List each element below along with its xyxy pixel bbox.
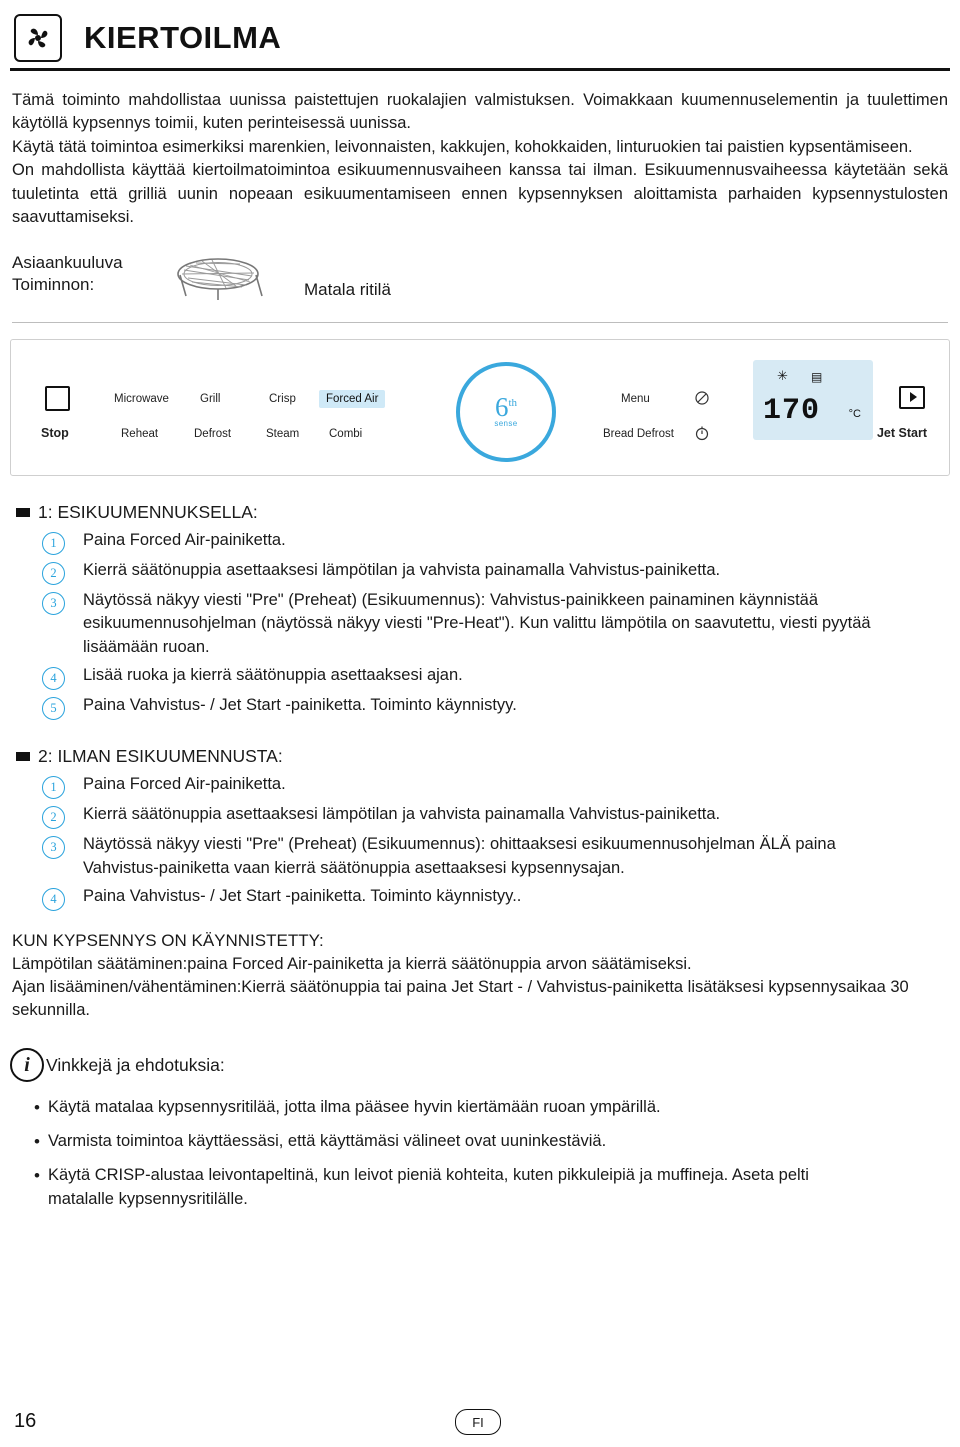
section2-title: 2: ILMAN ESIKUUMENNUSTA: — [38, 746, 283, 767]
jet-start-icon[interactable] — [899, 385, 925, 409]
after-start-line-1: Lämpötilan säätäminen:paina Forced Air-p… — [12, 954, 692, 973]
step-text: Kierrä säätönuppia asettaaksesi lämpötil… — [83, 560, 721, 579]
header-divider — [10, 68, 950, 71]
step-number: 3 — [42, 591, 65, 615]
list-item: 2 Kierrä säätönuppia asettaaksesi lämpöt… — [42, 803, 960, 830]
tips-title: Vinkkejä ja ehdotuksia: — [46, 1054, 225, 1075]
button-bread-defrost[interactable]: Bread Defrost — [603, 428, 674, 440]
step-text: Paina Vahvistus- / Jet Start -painiketta… — [83, 696, 517, 715]
button-combi[interactable]: Combi — [329, 428, 362, 440]
bullet-icon: • — [34, 1166, 40, 1186]
list-item: 3 Näytössä näkyy viesti "Pre" (Preheat) … — [42, 589, 960, 661]
manual-page: KIERTOILMA Tämä toiminto mahdollistaa uu… — [0, 0, 960, 1447]
list-item: 1 Paina Forced Air-painiketta. — [42, 529, 960, 555]
step-number: 1 — [42, 776, 65, 800]
display-screen: ✳ ▤ 170 °C — [753, 359, 873, 440]
list-item: 2 Kierrä säätönuppia asettaaksesi lämpöt… — [42, 559, 960, 585]
display-temperature: 170 — [763, 393, 821, 428]
section1-heading: 1: ESIKUUMENNUKSELLA: — [16, 502, 960, 523]
step-number: 5 — [42, 697, 65, 721]
button-grill[interactable]: Grill — [200, 393, 220, 405]
timer-icon[interactable] — [694, 425, 710, 446]
intro-paragraph-1: Tämä toiminto mahdollistaa uunissa paist… — [12, 91, 948, 133]
accessory-row: Asiaankuuluva Toiminnon: Matala ritilä — [12, 252, 948, 308]
dial-sense-label: sense — [494, 418, 518, 428]
square-bullet-icon — [16, 752, 30, 762]
step-number: 2 — [42, 806, 65, 830]
accessory-caption: Matala ritilä — [304, 279, 391, 299]
control-dial[interactable]: 6th sense — [456, 361, 556, 462]
button-steam[interactable]: Steam — [266, 428, 299, 440]
control-panel: Stop Microwave Grill Crisp Forced Air Re… — [10, 338, 950, 476]
button-menu[interactable]: Menu — [621, 393, 650, 405]
dial-number: 6th — [494, 392, 518, 423]
page-title: KIERTOILMA — [84, 20, 282, 55]
fan-icon — [14, 14, 62, 62]
oven-icon: ▤ — [811, 369, 823, 384]
step-number: 4 — [42, 667, 65, 691]
stop-label[interactable]: Stop — [41, 426, 69, 440]
button-defrost[interactable]: Defrost — [194, 428, 231, 440]
page-header: KIERTOILMA — [0, 0, 960, 62]
after-start-block: KUN KYPSENNYS ON KÄYNNISTETTY: Lämpötila… — [12, 929, 948, 1022]
section1-title: 1: ESIKUUMENNUKSELLA: — [38, 501, 258, 522]
tips-list: • Käytä matalaa kypsennysritilää, jotta … — [34, 1096, 960, 1212]
low-wire-rack-icon — [166, 252, 286, 308]
list-item: • Käytä matalaa kypsennysritilää, jotta … — [34, 1096, 960, 1120]
tips-heading: i Vinkkejä ja ehdotuksia: — [10, 1048, 960, 1083]
button-reheat[interactable]: Reheat — [121, 428, 158, 440]
section1-steps: 1 Paina Forced Air-painiketta. 2 Kierrä … — [42, 529, 960, 721]
list-item: 1 Paina Forced Air-painiketta. — [42, 773, 960, 800]
step-number: 3 — [42, 836, 65, 860]
button-crisp[interactable]: Crisp — [269, 393, 296, 405]
section-divider — [12, 321, 948, 323]
after-start-line-2: Ajan lisääminen/vähentäminen:Kierrä säät… — [12, 978, 909, 1020]
after-start-title: KUN KYPSENNYS ON KÄYNNISTETTY: — [12, 931, 324, 951]
list-item: • Varmista toimintoa käyttäessäsi, että … — [34, 1130, 960, 1154]
bullet-icon: • — [34, 1132, 40, 1152]
tip-text: Varmista toimintoa käyttäessäsi, että kä… — [47, 1132, 607, 1151]
list-item: 3 Näytössä näkyy viesti "Pre" (Preheat) … — [42, 833, 960, 881]
step-text: Paina Forced Air-painiketta. — [83, 775, 286, 794]
intro-paragraph-2: Käytä tätä toimintoa esimerkiksi marenki… — [12, 137, 913, 156]
step-text: Paina Vahvistus- / Jet Start -painiketta… — [83, 887, 522, 906]
list-item: 4 Paina Vahvistus- / Jet Start -painiket… — [42, 885, 960, 912]
step-number: 4 — [42, 888, 65, 912]
info-icon: i — [10, 1048, 44, 1083]
language-badge: FI — [455, 1409, 501, 1435]
accessory-label-line1: Asiaankuuluva — [12, 252, 123, 272]
bullet-icon: • — [34, 1098, 40, 1118]
page-number: 16 — [14, 1410, 37, 1432]
section2-steps: 1 Paina Forced Air-painiketta. 2 Kierrä … — [42, 773, 960, 912]
step-text: Paina Forced Air-painiketta. — [83, 530, 286, 549]
display-unit: °C — [848, 407, 861, 420]
list-item: 5 Paina Vahvistus- / Jet Start -painiket… — [42, 694, 960, 721]
page-footer: 16 FI — [0, 1391, 960, 1447]
list-item: • Käytä CRISP-alustaa leivontapeltinä, k… — [34, 1164, 960, 1212]
stop-icon[interactable] — [45, 385, 70, 411]
accessory-label-line2: Toiminnon: — [12, 275, 95, 295]
list-item: 4 Lisää ruoka ja kierrä säätönuppia aset… — [42, 664, 960, 691]
step-number: 2 — [42, 561, 65, 585]
no-sound-icon[interactable] — [694, 390, 710, 411]
button-microwave[interactable]: Microwave — [114, 393, 169, 405]
step-text: Kierrä säätönuppia asettaaksesi lämpötil… — [83, 805, 721, 824]
section2-heading: 2: ILMAN ESIKUUMENNUSTA: — [16, 746, 960, 767]
intro-text: Tämä toiminto mahdollistaa uunissa paist… — [12, 89, 948, 230]
tip-text: Käytä CRISP-alustaa leivontapeltinä, kun… — [47, 1166, 809, 1208]
tip-text: Käytä matalaa kypsennysritilää, jotta il… — [47, 1098, 661, 1117]
step-text: Näytössä näkyy viesti "Pre" (Preheat) (E… — [83, 835, 836, 878]
step-number: 1 — [42, 531, 65, 555]
square-bullet-icon — [16, 507, 30, 517]
accessory-label: Asiaankuuluva Toiminnon: — [12, 252, 162, 298]
button-forced-air[interactable]: Forced Air — [319, 389, 386, 408]
jet-start-label[interactable]: Jet Start — [877, 426, 927, 440]
snowflake-icon: ✳ — [777, 367, 788, 383]
step-text: Lisää ruoka ja kierrä säätönuppia asetta… — [83, 666, 463, 685]
step-text: Näytössä näkyy viesti "Pre" (Preheat) (E… — [83, 590, 871, 657]
intro-paragraph-3: On mahdollista käyttää kiertoilmatoimint… — [12, 161, 948, 227]
